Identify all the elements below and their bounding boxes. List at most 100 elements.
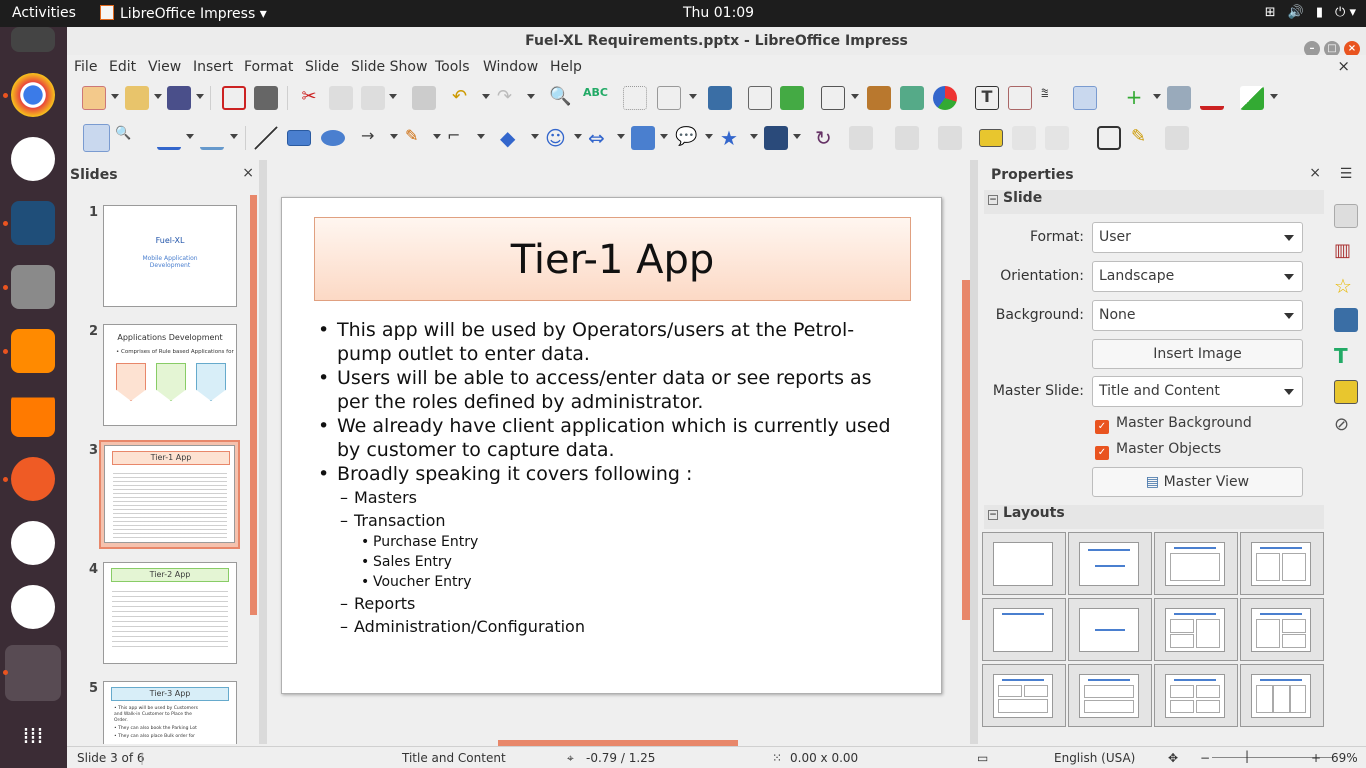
open-icon[interactable]	[125, 86, 149, 110]
master-slide-select[interactable]: Title and Content	[1092, 376, 1303, 407]
sublime-text-icon[interactable]	[11, 329, 55, 373]
new-icon[interactable]	[82, 86, 106, 110]
fit-slide-icon[interactable]: ✥	[1168, 751, 1178, 765]
line-icon[interactable]	[254, 126, 278, 150]
crop-icon[interactable]	[1012, 126, 1036, 150]
paste-icon[interactable]	[361, 86, 385, 110]
remote-app-icon[interactable]	[11, 585, 55, 629]
menu-file[interactable]: File	[74, 59, 97, 75]
slide-canvas[interactable]: Tier-1 App This app will be used by Oper…	[281, 197, 942, 694]
save-icon[interactable]	[167, 86, 191, 110]
layout-title-6-content[interactable]	[1240, 664, 1324, 727]
background-select[interactable]: None	[1092, 300, 1303, 331]
table-icon[interactable]	[821, 86, 845, 110]
vlc-icon[interactable]	[11, 393, 55, 437]
glue-points-icon[interactable]: ✎	[1131, 126, 1155, 150]
master-slides-icon[interactable]	[1334, 308, 1358, 332]
layout-title-2-content[interactable]	[1240, 532, 1324, 595]
select-icon[interactable]	[83, 124, 110, 152]
master-slide-icon[interactable]	[708, 86, 732, 110]
start-current-slide-icon[interactable]	[780, 86, 804, 110]
layout-title-content-over-content[interactable]	[1068, 664, 1152, 727]
navigator-icon[interactable]: ⊘	[1334, 414, 1358, 438]
editor-vertical-scrollbar[interactable]	[962, 280, 970, 620]
basic-shapes-icon[interactable]: ◆	[500, 126, 524, 150]
distribute-icon[interactable]	[938, 126, 962, 150]
slide-thumbnail-4[interactable]: Tier-2 App	[103, 562, 237, 664]
activities-button[interactable]: Activities	[12, 5, 76, 21]
slides-panel-splitter[interactable]	[259, 160, 267, 744]
clock[interactable]: Thu 01:09	[683, 5, 754, 21]
rotate-icon[interactable]: ↻	[815, 126, 839, 150]
find-replace-icon[interactable]: 🔍	[549, 86, 573, 110]
curves-icon[interactable]: ✎	[405, 126, 429, 150]
layout-title-slide[interactable]	[1068, 532, 1152, 595]
filter-icon[interactable]	[1045, 126, 1069, 150]
points-icon[interactable]	[1097, 126, 1121, 150]
file-manager-icon[interactable]	[11, 265, 55, 309]
sidebar-menu-icon[interactable]: ☰	[1334, 166, 1358, 190]
zoom-in-icon[interactable]: +	[1311, 751, 1321, 765]
menu-insert[interactable]: Insert	[193, 59, 233, 75]
spelling-icon[interactable]: ABC	[583, 86, 608, 110]
start-first-slide-icon[interactable]	[748, 86, 772, 110]
slide-thumbnail-2[interactable]: Applications Development • Comprises of …	[103, 324, 237, 426]
slide-thumbnail-1[interactable]: Fuel-XL Mobile Application Development	[103, 205, 237, 307]
text-box-icon[interactable]: T	[975, 86, 999, 110]
menu-format[interactable]: Format	[244, 59, 293, 75]
sidebar-splitter[interactable]	[970, 160, 978, 744]
transitions-icon[interactable]	[1073, 86, 1097, 110]
format-select[interactable]: User	[1092, 222, 1303, 253]
delete-slide-icon[interactable]	[1200, 86, 1224, 110]
master-background-checkbox[interactable]: ✓ Master Background	[1095, 415, 1252, 434]
line-color-icon[interactable]	[157, 126, 181, 150]
menu-slide[interactable]: Slide	[305, 59, 339, 75]
new-slide-icon[interactable]: +	[1122, 86, 1146, 110]
print-icon[interactable]	[254, 86, 278, 110]
master-view-button[interactable]: ▤ Master View	[1092, 467, 1303, 497]
media-icon[interactable]	[933, 86, 957, 110]
menu-view[interactable]: View	[148, 59, 181, 75]
mysql-workbench-icon[interactable]	[11, 201, 55, 245]
postman-icon[interactable]	[11, 457, 55, 501]
menu-help[interactable]: Help	[550, 59, 582, 75]
flowchart-icon[interactable]	[631, 126, 655, 150]
slide-content[interactable]: This app will be used by Operators/users…	[318, 318, 898, 638]
close-document-icon[interactable]: ×	[1337, 57, 1350, 75]
slide-thumbnail-5[interactable]: Tier-3 App • This app will be used by Cu…	[103, 681, 237, 744]
layout-title-2-content-content[interactable]	[1154, 598, 1238, 661]
image-icon[interactable]	[867, 86, 891, 110]
animation-icon[interactable]: ☆	[1334, 274, 1358, 298]
layouts-section-header[interactable]: − Layouts	[984, 505, 1324, 529]
3d-objects-icon[interactable]	[764, 126, 788, 150]
connectors-icon[interactable]: ⌐	[447, 126, 471, 150]
toggle-extrusion-icon[interactable]	[1165, 126, 1189, 150]
insert-image-button[interactable]: Insert Image	[1092, 339, 1303, 369]
chrome-icon[interactable]	[11, 73, 55, 117]
orientation-select[interactable]: Landscape	[1092, 261, 1303, 292]
menu-slide-show[interactable]: Slide Show	[351, 59, 427, 75]
slide-title[interactable]: Tier-1 App	[314, 217, 911, 301]
language[interactable]: English (USA)	[1054, 751, 1135, 765]
stars-icon[interactable]: ★	[720, 126, 744, 150]
undo-icon[interactable]: ↶	[452, 86, 476, 110]
slide-thumbnail-3[interactable]: Tier-1 App	[99, 440, 240, 549]
duplicate-slide-icon[interactable]	[1167, 86, 1191, 110]
symbol-shapes-icon[interactable]: ☺	[545, 126, 569, 150]
app-menu[interactable]: LibreOffice Impress ▾	[100, 5, 267, 22]
display-views-icon[interactable]	[657, 86, 681, 110]
styles-icon[interactable]: T	[1334, 344, 1358, 368]
slide-section-header[interactable]: − Slide	[984, 190, 1324, 214]
zoom-level[interactable]: 69%	[1331, 751, 1358, 765]
close-slides-panel-icon[interactable]: ×	[242, 165, 254, 181]
master-objects-checkbox[interactable]: ✓ Master Objects	[1095, 441, 1221, 460]
show-apps-icon[interactable]: ⁞⁞⁞	[11, 717, 55, 761]
menu-edit[interactable]: Edit	[109, 59, 136, 75]
zoom-pan-icon[interactable]: 🔍	[115, 126, 139, 150]
chart-icon[interactable]	[900, 86, 924, 110]
properties-deck-icon[interactable]	[1334, 204, 1358, 228]
export-pdf-icon[interactable]	[222, 86, 246, 110]
gallery-icon[interactable]	[1334, 380, 1358, 404]
layout-title-4-content[interactable]	[1154, 664, 1238, 727]
layout-title-only[interactable]	[982, 598, 1066, 661]
